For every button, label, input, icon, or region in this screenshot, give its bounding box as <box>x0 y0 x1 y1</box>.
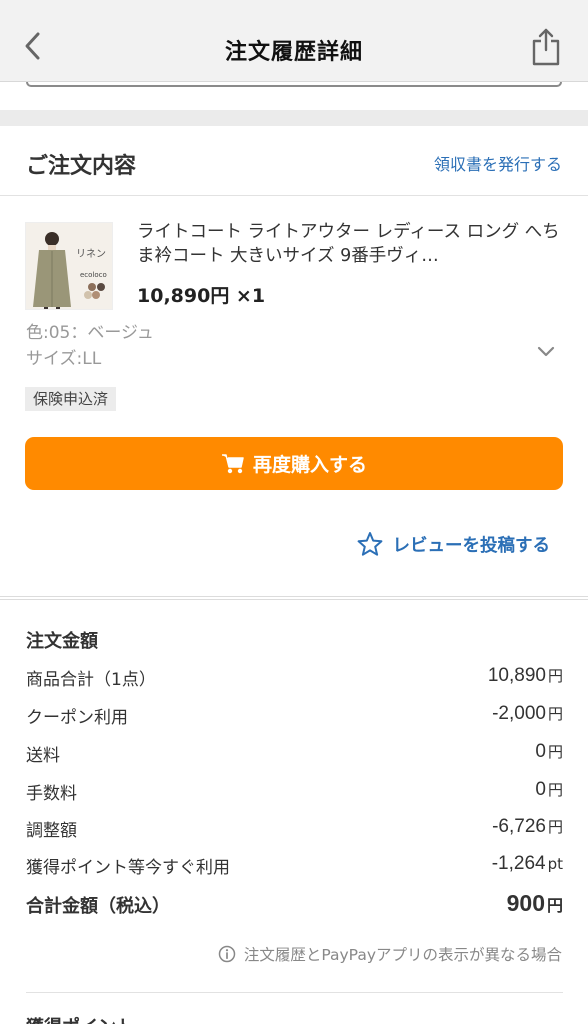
page-title: 注文履歴詳細 <box>224 40 363 65</box>
info-icon <box>218 945 236 963</box>
summary-row-shipping: 送料 0円 <box>26 741 563 767</box>
row-label: 手数料 <box>26 784 77 804</box>
summary-row-total: 合計金額（税込） 900 円 <box>26 890 563 918</box>
product-thumbnail[interactable]: リネン ecoloco <box>25 222 113 310</box>
product-image <box>26 223 112 309</box>
thumbnail-label-brand: ecoloco <box>80 271 107 279</box>
star-icon <box>357 532 382 556</box>
note-text: 注文履歴とPayPayアプリの表示が異なる場合 <box>243 946 562 964</box>
row-value: 0円 <box>535 741 563 762</box>
row-label: 調整額 <box>26 821 77 841</box>
order-contents-header: ご注文内容 領収書を発行する <box>0 126 588 196</box>
rebuy-button[interactable]: 再度購入する <box>25 437 563 490</box>
row-value: -2,000 円 <box>492 703 563 724</box>
section-separator <box>0 110 588 126</box>
summary-row-fee: 手数料 0円 <box>26 779 563 805</box>
rebuy-label: 再度購入する <box>252 454 367 476</box>
row-value: 10,890 円 <box>487 665 563 686</box>
navigation-bar: 注文履歴詳細 <box>0 0 588 82</box>
row-label: 獲得ポイント等今すぐ利用 <box>26 858 230 878</box>
summary-row-coupon: クーポン利用 -2,000 円 <box>26 703 563 729</box>
row-value: -1,264 pt <box>491 853 563 874</box>
product-size: サイズ:LL <box>26 349 102 369</box>
earned-points-title: 獲得ポイント <box>26 1013 134 1024</box>
review-link[interactable]: レビューを投稿する <box>357 530 551 558</box>
row-value: -6,726 円 <box>492 816 563 837</box>
payment-difference-note[interactable]: 注文履歴とPayPayアプリの表示が異なる場合 <box>218 943 562 965</box>
review-label: レビューを投稿する <box>392 535 551 556</box>
product-title[interactable]: ライトコート ライトアウター レディース ロング へちま衿コート 大きいサイズ … <box>137 220 562 270</box>
product-color: 色:05：ベージュ <box>26 323 154 343</box>
row-label: 送料 <box>26 746 60 766</box>
summary-row-points: 獲得ポイント等今すぐ利用 -1,264 pt <box>26 853 563 879</box>
thumbnail-label-linen: リネン <box>76 249 106 260</box>
total-value: 900 円 <box>506 890 563 916</box>
receipt-link[interactable]: 領収書を発行する <box>434 151 562 175</box>
cart-icon <box>221 453 244 473</box>
section-title: ご注文内容 <box>26 154 137 179</box>
total-label: 合計金額（税込） <box>26 896 170 917</box>
previous-card-edge <box>26 82 562 87</box>
summary-row-adjustment: 調整額 -6,726 円 <box>26 816 563 842</box>
summary-row-subtotal: 商品合計（1点） 10,890 円 <box>26 665 563 691</box>
row-value: 0円 <box>535 779 563 800</box>
row-label: 商品合計（1点） <box>26 670 156 690</box>
chevron-down-icon[interactable] <box>534 342 558 362</box>
divider <box>0 596 588 600</box>
summary-title: 注文金額 <box>26 631 98 652</box>
divider <box>26 992 563 993</box>
product-price: 10,890円 ×1 <box>137 285 266 307</box>
share-icon[interactable] <box>530 26 562 68</box>
row-label: クーポン利用 <box>26 708 128 728</box>
insurance-badge: 保険申込済 <box>25 387 117 411</box>
